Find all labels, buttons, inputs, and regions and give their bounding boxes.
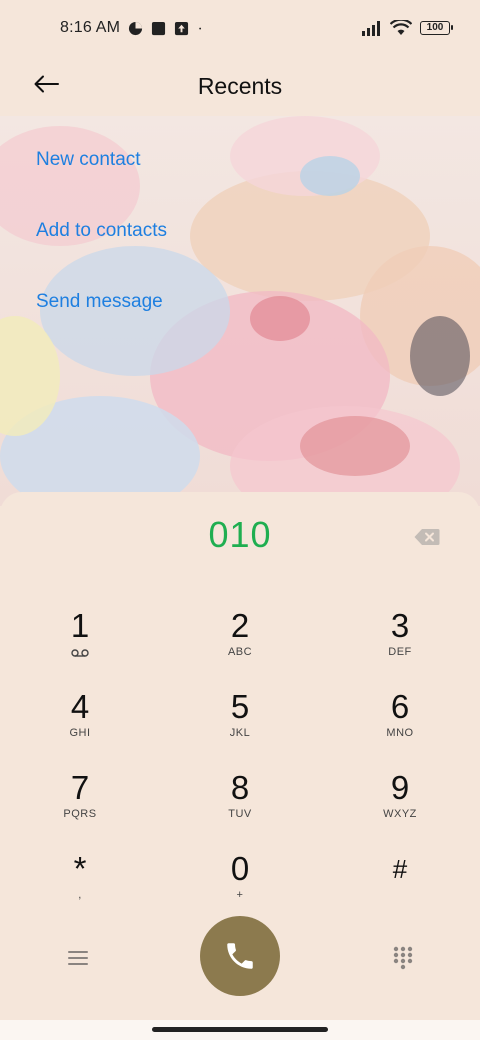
home-indicator[interactable] (152, 1027, 328, 1032)
key-digit: 5 (230, 688, 250, 725)
key-digit: # (392, 854, 408, 884)
phone-icon (227, 943, 253, 969)
key-letters: ABC (227, 646, 253, 658)
app-header: Recents (0, 56, 480, 116)
system-nav-bar (0, 1020, 480, 1040)
key-6[interactable]: 6 MNO (320, 681, 480, 762)
add-to-contacts-link[interactable]: Add to contacts (36, 187, 167, 258)
key-4[interactable]: 4 GHI (0, 681, 160, 762)
key-digit: 9 (390, 769, 410, 806)
quick-actions: New contact Add to contacts Send message (36, 116, 167, 329)
key-7[interactable]: 7 PQRS (0, 762, 160, 843)
key-star[interactable]: * , (0, 843, 160, 924)
key-0[interactable]: 0 + (160, 843, 320, 924)
dialpad-keys: 1 2 ABC 3 DEF 4 GHI 5 JKL 6 MNO 7 PQRS 8… (0, 600, 480, 924)
new-contact-link[interactable]: New contact (36, 116, 167, 187)
status-bar: 8:16 AM 100 (0, 0, 480, 56)
key-hash[interactable]: # (320, 843, 480, 924)
key-letters: + (236, 889, 244, 901)
back-button[interactable] (28, 66, 64, 102)
back-arrow-icon (34, 75, 59, 93)
data-saver-icon (129, 21, 143, 35)
key-2[interactable]: 2 ABC (160, 600, 320, 681)
dot-icon (199, 27, 202, 29)
key-digit: 3 (390, 607, 410, 644)
key-letters: PQRS (63, 808, 97, 820)
key-letters: TUV (228, 808, 252, 820)
upload-icon (175, 21, 189, 35)
send-message-link[interactable]: Send message (36, 258, 167, 329)
key-letters: , (78, 889, 82, 901)
call-button[interactable] (200, 916, 280, 996)
key-letters: GHI (69, 727, 91, 739)
backspace-icon[interactable] (414, 528, 440, 546)
dialpad-grid-icon[interactable] (392, 946, 414, 970)
key-letters: JKL (229, 727, 251, 739)
dialpad-actions (0, 916, 480, 1000)
key-1[interactable]: 1 (0, 600, 160, 681)
key-letters: WXYZ (383, 808, 417, 820)
key-9[interactable]: 9 WXYZ (320, 762, 480, 843)
key-digit: 2 (230, 607, 250, 644)
key-digit: 4 (70, 688, 90, 725)
battery-icon: 100 (420, 21, 453, 35)
key-8[interactable]: 8 TUV (160, 762, 320, 843)
notification-square-icon (152, 21, 166, 35)
wifi-icon (390, 20, 412, 35)
key-3[interactable]: 3 DEF (320, 600, 480, 681)
key-digit: 7 (70, 769, 90, 806)
dialed-number: 010 (208, 514, 272, 555)
key-5[interactable]: 5 JKL (160, 681, 320, 762)
status-time: 8:16 AM (60, 19, 121, 36)
dialpad-panel: 010 1 2 ABC 3 DEF 4 GHI 5 JKL 6 MNO 7 PQ… (0, 492, 480, 1022)
key-digit: 6 (390, 688, 410, 725)
menu-icon[interactable] (66, 946, 90, 970)
key-digit: 8 (230, 769, 250, 806)
page-title: Recents (197, 72, 283, 99)
key-digit: 0 (230, 850, 250, 887)
key-digit: * (73, 850, 87, 887)
key-letters: DEF (388, 646, 412, 658)
key-letters: MNO (386, 727, 414, 739)
voicemail-icon (71, 649, 89, 657)
key-digit: 1 (70, 607, 90, 644)
signal-icon (362, 21, 380, 36)
